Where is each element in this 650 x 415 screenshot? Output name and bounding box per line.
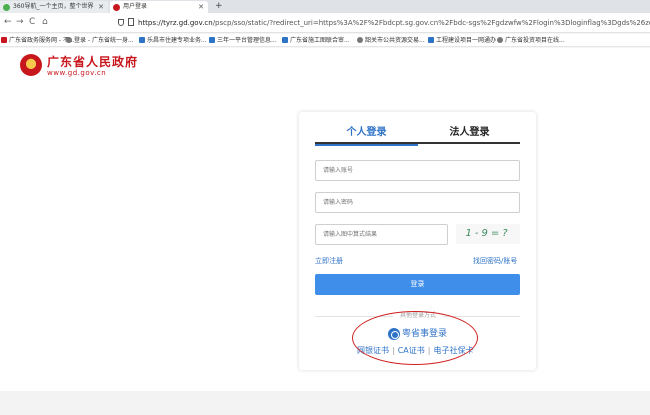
globe-icon <box>357 37 363 43</box>
page-footer <box>0 391 650 415</box>
password-input[interactable] <box>315 192 520 213</box>
annotation-circle <box>352 311 478 365</box>
gov-favicon-icon <box>113 4 120 11</box>
bookmark-item[interactable]: 广东省投资项目在线... <box>497 34 565 47</box>
globe-icon <box>66 37 72 43</box>
close-icon[interactable]: ✕ <box>98 1 104 13</box>
tab-personal-login[interactable]: 个人登录 <box>315 126 418 146</box>
tab-title: 360导航_一个主页，整个世界 <box>13 3 94 10</box>
shield-icon <box>118 19 124 26</box>
bookmark-icon <box>1 37 7 43</box>
url-path: /pscp/sso/static/?redirect_uri=https%3A%… <box>212 19 650 27</box>
register-link[interactable]: 立即注册 <box>315 256 343 266</box>
address-bar[interactable]: https://tyrz.gd.gov.cn/pscp/sso/static/?… <box>118 16 650 30</box>
bookmark-item[interactable]: 登录 - 广东省统一身... <box>66 34 134 47</box>
bookmark-icon <box>428 37 434 43</box>
account-input[interactable] <box>315 160 520 181</box>
bookmark-icon <box>139 37 145 43</box>
forward-arrow-icon[interactable]: → <box>16 15 24 29</box>
site-url: www.gd.gov.cn <box>47 69 107 77</box>
site-title[interactable]: 广东省人民政府 <box>47 53 138 70</box>
reload-icon[interactable]: C <box>29 15 35 29</box>
bookmark-item[interactable]: 乐昌市住建专项业务... <box>139 34 207 47</box>
tab-legal-login[interactable]: 法人登录 <box>418 126 521 140</box>
url-host: https://tyrz.gd.gov.cn <box>138 19 213 27</box>
browser-tab-login[interactable]: 用户登录 ✕ <box>110 1 208 13</box>
forgot-password-link[interactable]: 找回密码/账号 <box>473 256 517 266</box>
back-arrow-icon[interactable]: ← <box>4 15 12 29</box>
browser-toolbar: ← → C ⌂ https://tyrz.gd.gov.cn/pscp/sso/… <box>0 13 650 33</box>
home-icon[interactable]: ⌂ <box>42 15 48 29</box>
bookmark-item[interactable]: 工程建设项目一网通办 <box>428 34 496 47</box>
bookmark-item[interactable]: 广东省施工图联合审... <box>282 34 350 47</box>
tab-title: 用户登录 <box>123 3 148 10</box>
browser-tab-360[interactable]: 360导航_一个主页，整个世界 ✕ <box>0 1 108 13</box>
bookmark-item[interactable]: 广东省政务服务网 - 不... <box>1 34 75 47</box>
site-header: 广东省人民政府 www.gd.gov.cn <box>0 48 650 86</box>
new-tab-button[interactable]: + <box>215 0 223 12</box>
captcha-image[interactable]: 1-9=? <box>456 224 520 244</box>
bookmark-icon <box>282 37 288 43</box>
login-button[interactable]: 登录 <box>315 274 520 295</box>
login-tabs: 个人登录 法人登录 <box>315 126 521 146</box>
bookmarks-bar: 广东省政务服务网 - 不... 登录 - 广东省统一身... 乐昌市住建专项业务… <box>0 34 650 47</box>
captcha-input[interactable] <box>315 224 448 245</box>
360-favicon-icon <box>3 4 10 11</box>
national-emblem-icon <box>20 54 42 76</box>
close-icon[interactable]: ✕ <box>198 1 204 13</box>
bookmark-item[interactable]: 三年一平台管理信息... <box>209 34 277 47</box>
page-icon <box>128 18 134 26</box>
globe-icon <box>497 37 503 43</box>
bookmark-item[interactable]: 韶关市公共资源交易... <box>357 34 425 47</box>
browser-tab-bar: 360导航_一个主页，整个世界 ✕ 用户登录 ✕ + <box>0 0 650 13</box>
bookmark-icon <box>209 37 215 43</box>
